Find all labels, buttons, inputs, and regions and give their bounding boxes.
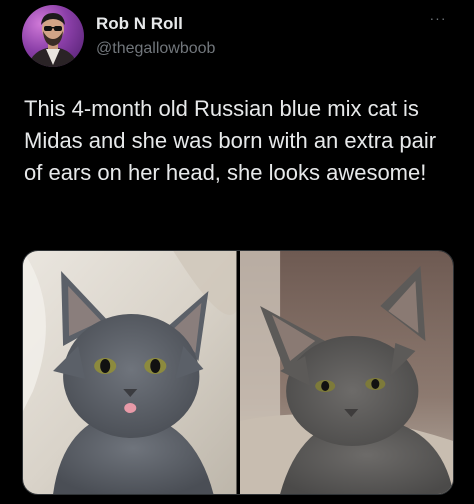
tweet-media[interactable] [22,250,454,495]
avatar[interactable] [22,5,84,67]
user-handle[interactable]: @thegallowboob [96,40,215,58]
avatar-image [28,13,78,67]
tweet-card: Rob N Roll @thegallowboob ··· This 4-mon… [0,0,474,504]
cat-photo-left-image [23,251,237,494]
cat-photo-left[interactable] [23,251,237,494]
display-name[interactable]: Rob N Roll [96,14,183,34]
tweet-text: This 4-month old Russian blue mix cat is… [24,96,437,185]
cat-photo-right[interactable] [239,251,453,494]
more-dots-icon[interactable]: ··· [424,8,452,28]
cat-photo-right-image [239,251,453,494]
